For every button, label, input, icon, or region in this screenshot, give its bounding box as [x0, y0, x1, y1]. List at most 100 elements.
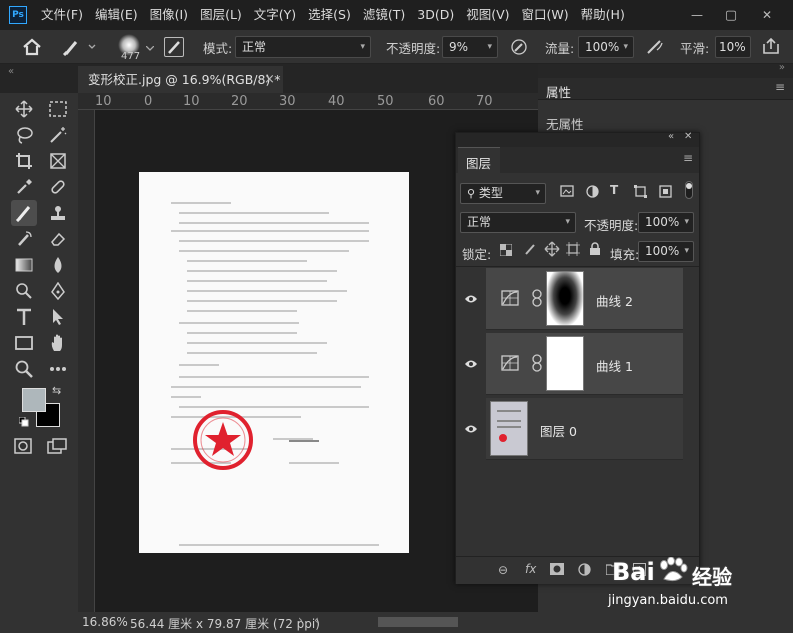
layer-name[interactable]: 曲线 2 — [596, 291, 633, 310]
collapse-toolbar-icon[interactable]: « — [8, 66, 14, 77]
menu-type[interactable]: 文字(Y) — [248, 0, 302, 30]
collapse-panel-icon[interactable]: « — [668, 131, 674, 142]
status-chevron-icon[interactable]: › — [298, 613, 303, 627]
properties-tab[interactable]: 属性 — [546, 82, 571, 101]
layers-tab[interactable]: 图层 — [458, 147, 500, 173]
vertical-ruler[interactable] — [78, 110, 95, 612]
smoothing-input[interactable]: 10% — [715, 36, 751, 58]
more-tools-icon[interactable] — [45, 356, 71, 382]
move-tool-icon[interactable] — [11, 96, 37, 122]
layer-mask-thumbnail[interactable] — [546, 336, 584, 391]
layer-mask-thumbnail[interactable] — [546, 271, 584, 326]
menu-filter[interactable]: 滤镜(T) — [357, 0, 411, 30]
fill-input[interactable]: 100% ▾ — [638, 241, 694, 262]
home-icon[interactable] — [22, 38, 42, 59]
foreground-color-swatch[interactable] — [22, 388, 46, 412]
dodge-tool-icon[interactable] — [11, 278, 37, 304]
hand-tool-icon[interactable] — [45, 330, 71, 356]
mode-select[interactable]: 正常 ▾ — [235, 36, 371, 58]
layer-thumbnail[interactable] — [490, 401, 528, 456]
mask-link-icon[interactable] — [532, 289, 542, 310]
menu-select[interactable]: 选择(S) — [302, 0, 357, 30]
blend-mode-select[interactable]: 正常 ▾ — [460, 212, 576, 233]
fx-icon[interactable]: fx — [525, 562, 536, 576]
lock-position-icon[interactable] — [544, 241, 560, 260]
type-tool-icon[interactable] — [11, 304, 37, 330]
scroll-left-icon[interactable]: ‹ — [314, 613, 319, 627]
maximize-button[interactable]: ▢ — [714, 0, 748, 30]
flow-input[interactable]: 100% ▾ — [578, 36, 634, 58]
path-selection-tool-icon[interactable] — [45, 304, 71, 330]
blur-tool-icon[interactable] — [45, 252, 71, 278]
pen-tool-icon[interactable] — [45, 278, 71, 304]
close-panel-icon[interactable]: ✕ — [684, 131, 692, 142]
pressure-opacity-icon[interactable] — [510, 38, 528, 59]
swap-colors-icon[interactable]: ⇆ — [52, 384, 61, 397]
quick-mask-icon[interactable] — [14, 438, 32, 457]
document-image[interactable] — [139, 172, 409, 553]
zoom-level[interactable]: 16.86% — [82, 615, 128, 629]
layer-name[interactable]: 曲线 1 — [596, 356, 633, 375]
mask-link-icon[interactable] — [532, 354, 542, 375]
brush-chevron-icon[interactable] — [145, 41, 155, 55]
link-layers-icon[interactable]: ⊖ — [498, 563, 508, 577]
magic-wand-tool-icon[interactable] — [45, 122, 71, 148]
frame-tool-icon[interactable] — [45, 148, 71, 174]
new-adjustment-icon[interactable] — [578, 563, 591, 579]
brush-tool-preset-icon[interactable] — [62, 38, 96, 59]
layer-row[interactable]: 曲线 1 — [486, 333, 683, 395]
brush-tool-icon[interactable] — [11, 200, 37, 226]
filter-smart-object-icon[interactable] — [659, 185, 672, 201]
close-button[interactable]: ✕ — [750, 0, 784, 30]
horizontal-scrollbar[interactable] — [378, 617, 458, 627]
filter-type-icon[interactable]: T — [610, 183, 618, 197]
healing-brush-tool-icon[interactable] — [45, 174, 71, 200]
default-colors-icon[interactable] — [18, 416, 29, 430]
marquee-tool-icon[interactable] — [45, 96, 71, 122]
rectangle-tool-icon[interactable] — [11, 330, 37, 356]
lock-transparent-icon[interactable] — [499, 243, 513, 259]
brush-settings-icon[interactable] — [164, 37, 184, 57]
lock-artboard-icon[interactable] — [566, 242, 580, 259]
eyedropper-tool-icon[interactable] — [11, 174, 37, 200]
eraser-tool-icon[interactable] — [45, 226, 71, 252]
menu-3d[interactable]: 3D(D) — [411, 0, 460, 30]
filter-shape-icon[interactable] — [634, 185, 647, 201]
lock-image-icon[interactable] — [524, 242, 538, 259]
zoom-tool-icon[interactable] — [11, 356, 37, 382]
tab-close-icon[interactable]: × — [264, 66, 275, 93]
horizontal-ruler[interactable]: 10 0 10 20 30 40 50 60 70 — [78, 93, 538, 110]
screen-mode-icon[interactable] — [47, 438, 67, 457]
menu-layer[interactable]: 图层(L) — [194, 0, 248, 30]
add-mask-icon[interactable] — [550, 563, 564, 578]
history-brush-tool-icon[interactable] — [11, 226, 37, 252]
minimize-button[interactable]: — — [680, 0, 714, 30]
share-icon[interactable] — [762, 37, 780, 58]
document-tab[interactable]: 变形校正.jpg @ 16.9%(RGB/8) * × — [78, 66, 283, 93]
stamp-tool-icon[interactable] — [45, 200, 71, 226]
layer-name[interactable]: 图层 0 — [540, 421, 577, 440]
layer-filter-select[interactable]: ⚲ 类型 ▾ — [460, 183, 546, 204]
gradient-tool-icon[interactable] — [11, 252, 37, 278]
layer-opacity-input[interactable]: 100% ▾ — [638, 212, 694, 233]
collapse-dock-icon[interactable]: » — [779, 62, 785, 73]
lock-all-icon[interactable] — [589, 242, 601, 259]
lasso-tool-icon[interactable] — [11, 122, 37, 148]
filter-pixel-icon[interactable] — [560, 185, 574, 200]
menu-edit[interactable]: 编辑(E) — [89, 0, 144, 30]
visibility-eye-icon[interactable] — [456, 268, 486, 330]
menu-help[interactable]: 帮助(H) — [575, 0, 631, 30]
filter-toggle[interactable] — [685, 181, 693, 199]
menu-view[interactable]: 视图(V) — [460, 0, 515, 30]
panel-menu-icon[interactable]: ≡ — [775, 80, 785, 94]
layer-row[interactable]: 曲线 2 — [486, 268, 683, 330]
layer-row[interactable]: 图层 0 — [486, 398, 683, 460]
airbrush-icon[interactable] — [645, 38, 665, 59]
menu-file[interactable]: 文件(F) — [35, 0, 89, 30]
menu-window[interactable]: 窗口(W) — [516, 0, 575, 30]
visibility-eye-icon[interactable] — [456, 333, 486, 395]
filter-adjustment-icon[interactable] — [586, 185, 599, 201]
menu-image[interactable]: 图像(I) — [144, 0, 194, 30]
visibility-eye-icon[interactable] — [456, 398, 486, 460]
opacity-input[interactable]: 9% ▾ — [442, 36, 498, 58]
